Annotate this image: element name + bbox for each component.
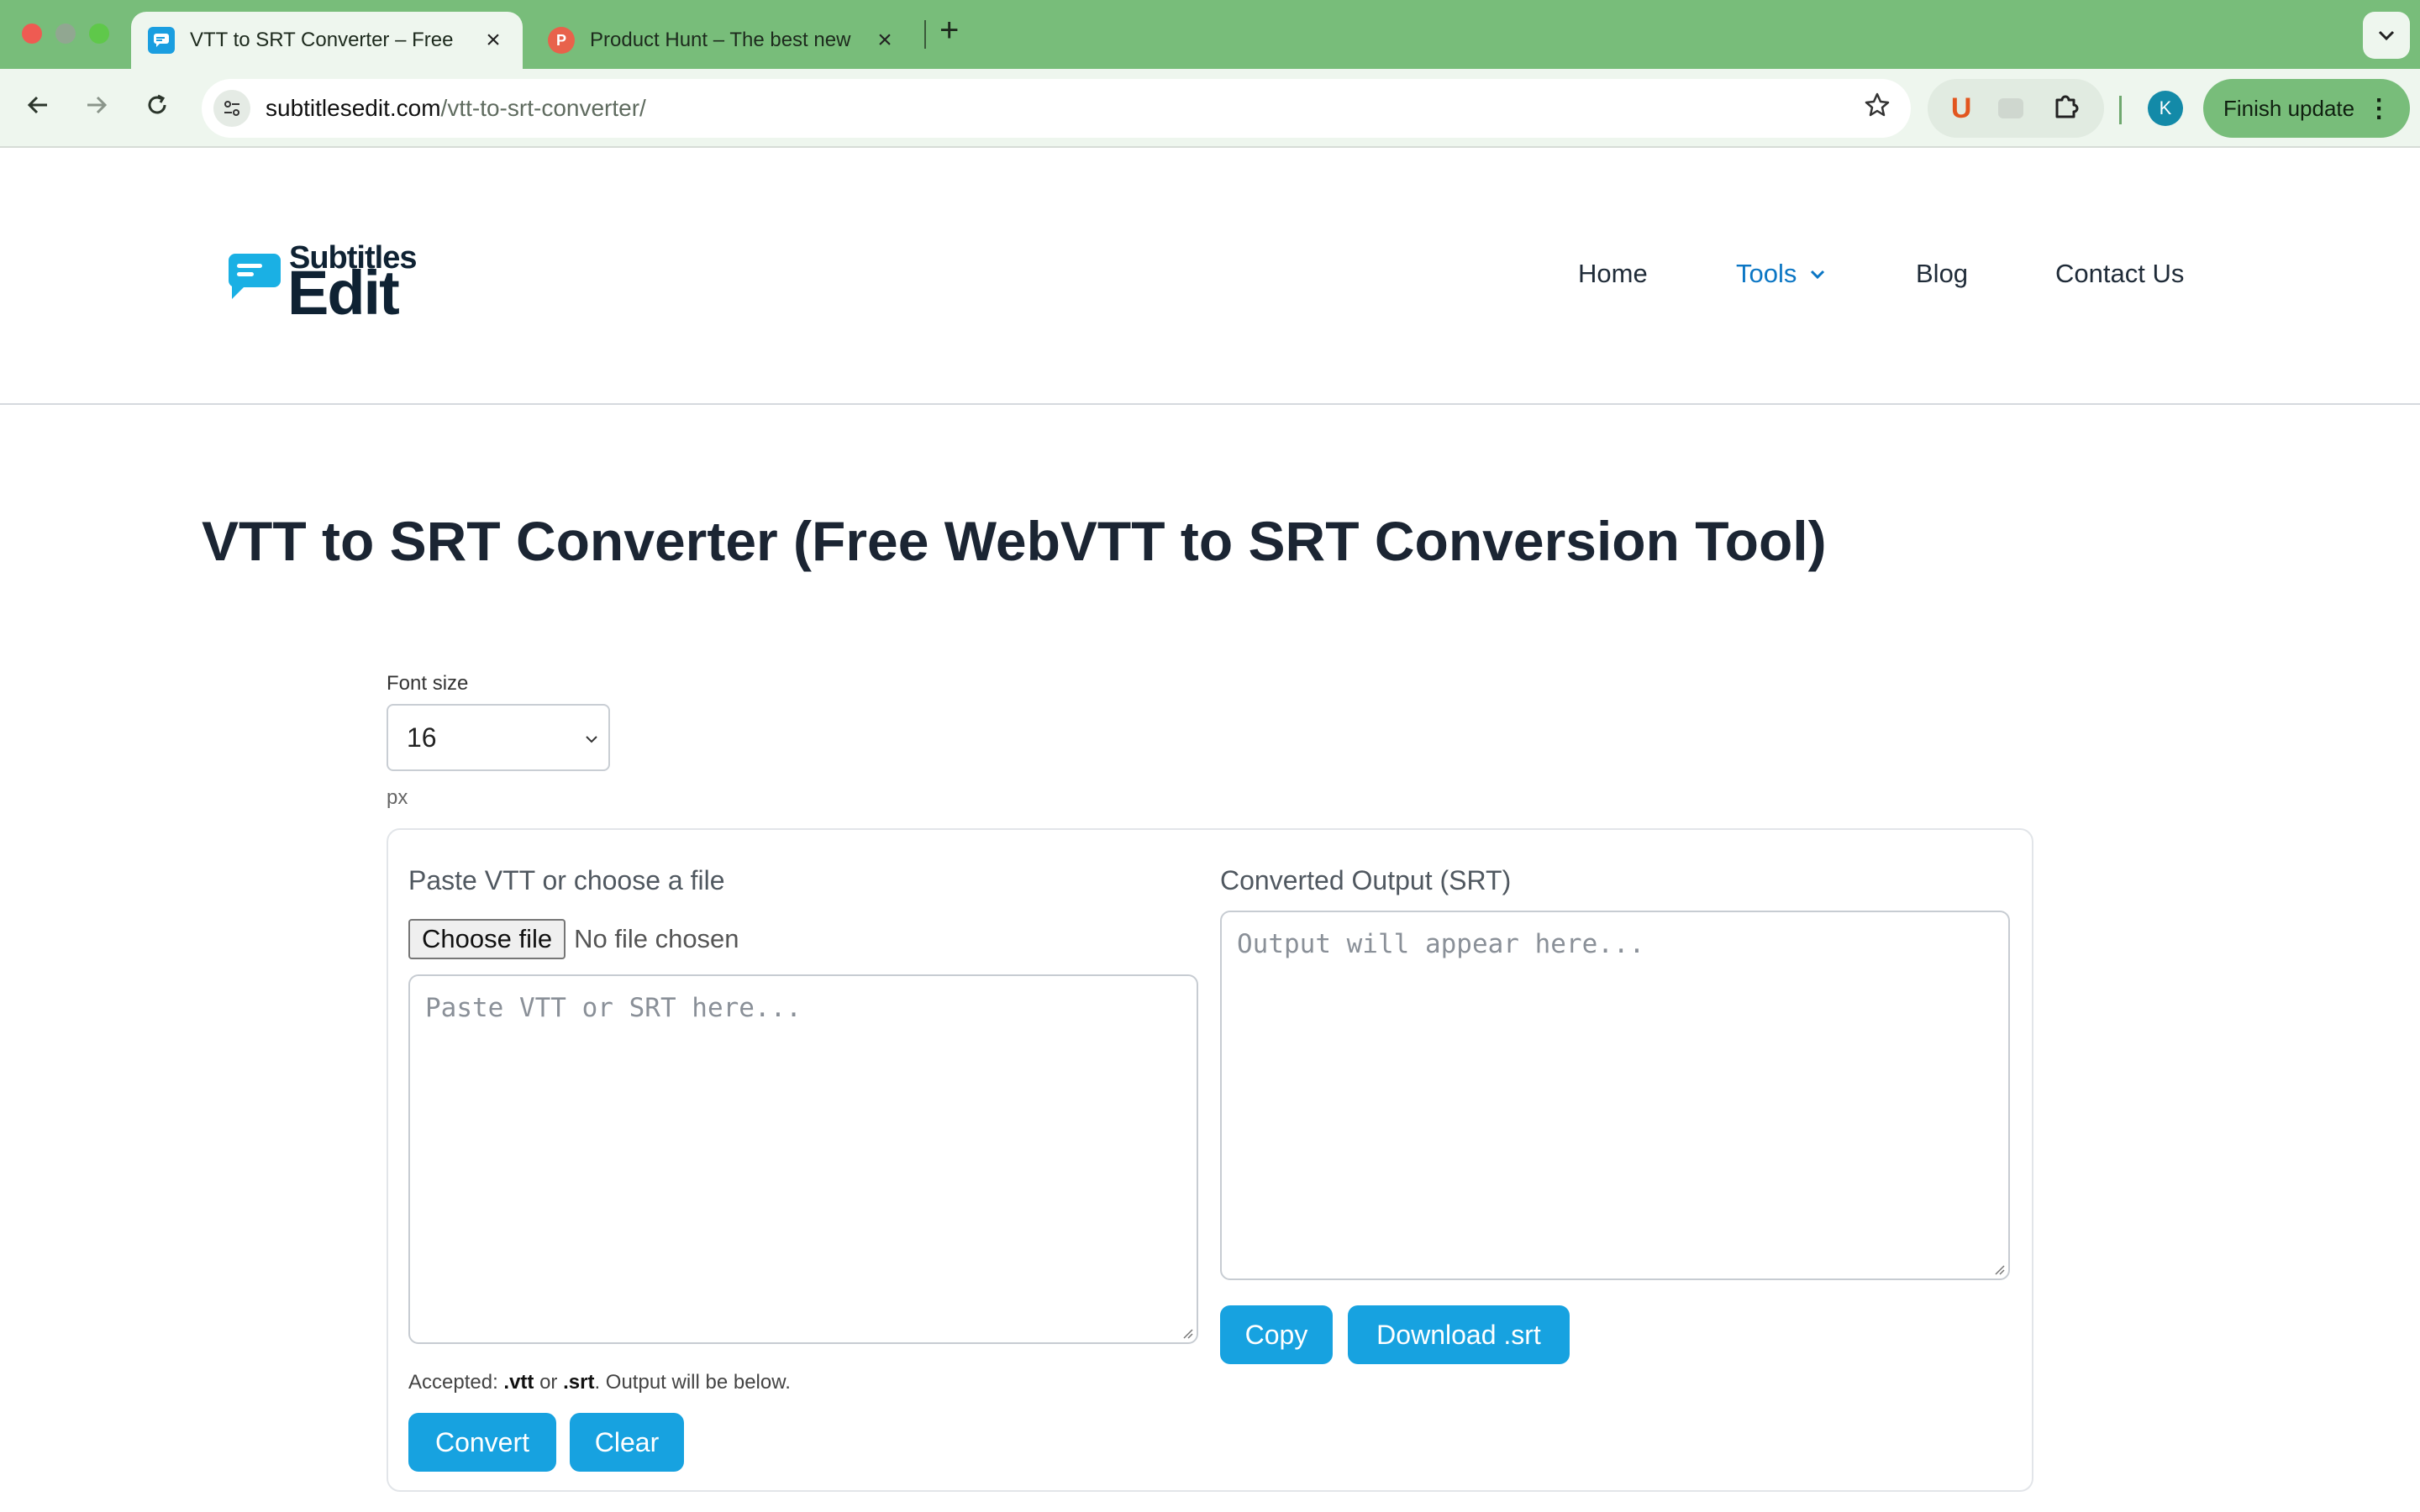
forward-button[interactable]	[76, 87, 118, 129]
nav-tools-label: Tools	[1736, 259, 1797, 288]
nav-tools[interactable]: Tools	[1736, 259, 1827, 289]
font-size-label: Font size	[387, 672, 469, 695]
browser-toolbar: subtitlesedit.com/vtt-to-srt-converter/ …	[0, 69, 2420, 148]
back-arrow-icon	[27, 96, 47, 114]
file-status: No file chosen	[574, 924, 739, 953]
copy-button[interactable]: Copy	[1220, 1305, 1333, 1364]
page-title: VTT to SRT Converter (Free WebVTT to SRT…	[202, 510, 1827, 572]
close-tab-icon[interactable]: ×	[872, 26, 897, 55]
help-suffix: . Output will be below.	[594, 1371, 791, 1394]
close-window-button[interactable]	[22, 24, 42, 44]
nav-blog[interactable]: Blog	[1916, 259, 1968, 289]
subtitles-edit-favicon-icon	[148, 27, 175, 54]
browser-tab-bar: VTT to SRT Converter – Free × P Product …	[0, 0, 2420, 69]
tab-search-button[interactable]	[2363, 12, 2410, 59]
nav-home[interactable]: Home	[1578, 259, 1648, 289]
reload-button[interactable]	[136, 87, 178, 129]
url-text[interactable]: subtitlesedit.com/vtt-to-srt-converter/	[266, 95, 1852, 122]
chevron-down-icon	[1811, 270, 1825, 280]
nav-contact-us[interactable]: Contact Us	[2055, 259, 2184, 289]
address-bar[interactable]: subtitlesedit.com/vtt-to-srt-converter/	[202, 79, 1911, 138]
help-ext-srt: .srt	[563, 1371, 595, 1394]
tab-separator	[924, 20, 926, 49]
help-or: or	[534, 1371, 564, 1394]
back-button[interactable]	[17, 87, 59, 129]
download-srt-button[interactable]: Download .srt	[1348, 1305, 1570, 1364]
font-size-select[interactable]: 16	[387, 704, 610, 771]
bookmark-star-icon[interactable]	[1852, 91, 1902, 127]
input-placeholder: Paste VTT or SRT here...	[425, 993, 802, 1023]
tab-title: Product Hunt – The best new	[590, 29, 851, 51]
toolbar-separator	[2119, 96, 2122, 124]
help-prefix: Accepted:	[408, 1371, 504, 1394]
output-label: Converted Output (SRT)	[1220, 865, 1512, 895]
resize-grip-icon[interactable]	[1180, 1326, 1193, 1339]
speech-bubble-logo-icon	[229, 254, 281, 299]
accepted-formats-help: Accepted: .vtt or .srt. Output will be b…	[408, 1371, 791, 1394]
close-tab-icon[interactable]: ×	[481, 26, 506, 55]
font-size-value: 16	[407, 722, 437, 753]
tab-vtt-to-srt[interactable]: VTT to SRT Converter – Free ×	[131, 12, 523, 69]
vtt-input-textarea[interactable]: Paste VTT or SRT here...	[408, 974, 1198, 1344]
output-placeholder: Output will appear here...	[1237, 929, 1645, 959]
puzzle-extensions-icon[interactable]	[2050, 92, 2081, 126]
url-domain: subtitlesedit.com	[266, 95, 441, 121]
logo-text-edit: Edit	[287, 258, 400, 328]
input-label: Paste VTT or choose a file	[408, 865, 725, 895]
extension-icon[interactable]	[1998, 98, 2024, 118]
reload-icon	[148, 94, 166, 114]
chevron-down-icon	[2378, 30, 2395, 41]
maximize-window-button[interactable]	[89, 24, 109, 44]
site-header: Subtitles Edit Home Tools Blog Contact U…	[0, 148, 2420, 405]
finish-update-label: Finish update	[2223, 95, 2355, 121]
clear-button[interactable]: Clear	[570, 1413, 684, 1472]
file-picker: Choose file No file chosen	[408, 919, 739, 959]
site-settings-icon[interactable]	[213, 90, 250, 127]
tab-product-hunt[interactable]: P Product Hunt – The best new ×	[531, 12, 914, 69]
minimize-window-button[interactable]	[55, 24, 76, 44]
ublock-extension-icon[interactable]: U	[1951, 92, 1972, 125]
srt-output-textarea[interactable]: Output will appear here...	[1220, 911, 2010, 1280]
finish-update-button[interactable]: Finish update ⋮	[2203, 79, 2410, 138]
product-hunt-favicon-icon: P	[548, 27, 575, 54]
chevron-down-icon	[586, 736, 597, 743]
new-tab-button[interactable]: +	[939, 12, 959, 50]
choose-file-button[interactable]: Choose file	[408, 919, 566, 959]
help-ext-vtt: .vtt	[503, 1371, 534, 1394]
resize-grip-icon[interactable]	[1991, 1262, 2005, 1275]
url-path: /vtt-to-srt-converter/	[440, 95, 646, 121]
forward-arrow-icon	[87, 96, 108, 114]
font-size-unit: px	[387, 786, 408, 809]
converter-card: Paste VTT or choose a file Choose file N…	[387, 828, 2033, 1492]
convert-button[interactable]: Convert	[408, 1413, 556, 1472]
profile-avatar[interactable]: K	[2148, 91, 2183, 126]
extensions-group: U	[1928, 79, 2104, 138]
site-logo[interactable]: Subtitles Edit	[227, 240, 429, 324]
kebab-menu-icon: ⋮	[2366, 94, 2392, 123]
tab-title: VTT to SRT Converter – Free	[190, 29, 454, 51]
